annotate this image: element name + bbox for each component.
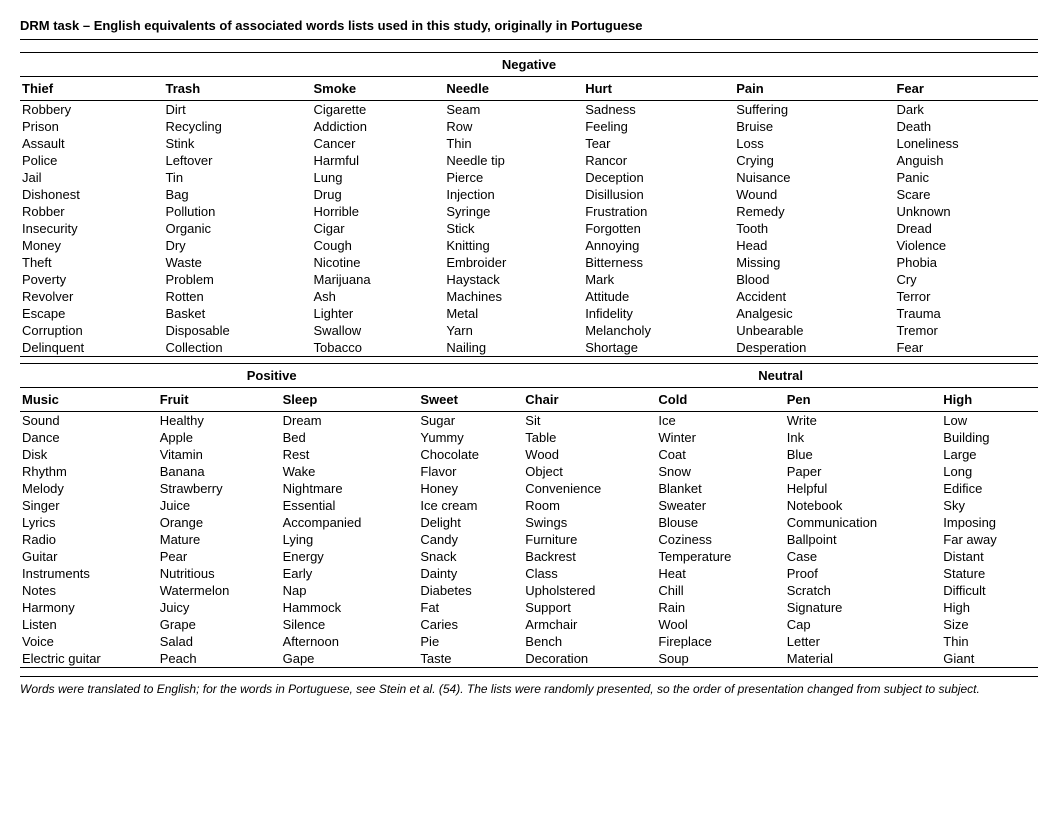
pos-col-sleep: Sleep: [281, 388, 419, 412]
page-title: DRM task – English equivalents of associ…: [20, 18, 1038, 40]
table-row: DiskVitaminRestChocolateWoodCoatBlueLarg…: [20, 446, 1038, 463]
neutral-label: Neutral: [523, 364, 1038, 388]
neg-col-needle: Needle: [444, 77, 583, 101]
neg-col-thief: Thief: [20, 77, 163, 101]
table-row: RobberPollutionHorribleSyringeFrustratio…: [20, 203, 1038, 220]
table-row: JailTinLungPierceDeceptionNuisancePanic: [20, 169, 1038, 186]
main-table: Negative Thief Trash Smoke Needle Hurt P…: [20, 52, 1038, 357]
table-row: CorruptionDisposableSwallowYarnMelanchol…: [20, 322, 1038, 339]
table-row: GuitarPearEnergySnackBackrestTemperature…: [20, 548, 1038, 565]
table-row: RadioMatureLyingCandyFurnitureCozinessBa…: [20, 531, 1038, 548]
table-row: RhythmBananaWakeFlavorObjectSnowPaperLon…: [20, 463, 1038, 480]
table-row: DanceAppleBedYummyTableWinterInkBuilding: [20, 429, 1038, 446]
negative-label: Negative: [20, 53, 1038, 77]
table-row: LyricsOrangeAccompaniedDelightSwingsBlou…: [20, 514, 1038, 531]
neu-col-cold: Cold: [656, 388, 784, 412]
table-row: PoliceLeftoverHarmfulNeedle tipRancorCry…: [20, 152, 1038, 169]
table-row: MelodyStrawberryNightmareHoneyConvenienc…: [20, 480, 1038, 497]
neg-col-smoke: Smoke: [312, 77, 445, 101]
table-row: ListenGrapeSilenceCariesArmchairWoolCapS…: [20, 616, 1038, 633]
table-row: InstrumentsNutritiousEarlyDaintyClassHea…: [20, 565, 1038, 582]
pos-neu-table: Positive Neutral Music Fruit Sleep Sweet…: [20, 363, 1038, 668]
table-row: TheftWasteNicotineEmbroiderBitternessMis…: [20, 254, 1038, 271]
positive-label: Positive: [20, 364, 523, 388]
pos-col-music: Music: [20, 388, 158, 412]
table-row: SingerJuiceEssentialIce creamRoomSweater…: [20, 497, 1038, 514]
table-row: InsecurityOrganicCigarStickForgottenToot…: [20, 220, 1038, 237]
table-row: PrisonRecyclingAddictionRowFeelingBruise…: [20, 118, 1038, 135]
pos-col-sweet: Sweet: [418, 388, 523, 412]
table-row: EscapeBasketLighterMetalInfidelityAnalge…: [20, 305, 1038, 322]
table-row: NotesWatermelonNapDiabetesUpholsteredChi…: [20, 582, 1038, 599]
pos-col-fruit: Fruit: [158, 388, 281, 412]
neu-col-pen: Pen: [785, 388, 942, 412]
table-row: SoundHealthyDreamSugarSitIceWriteLow: [20, 412, 1038, 430]
neg-col-pain: Pain: [734, 77, 894, 101]
neg-col-hurt: Hurt: [583, 77, 734, 101]
table-row: RevolverRottenAshMachinesAttitudeAcciden…: [20, 288, 1038, 305]
footer-note: Words were translated to English; for th…: [20, 676, 1038, 698]
negative-col-headers: Thief Trash Smoke Needle Hurt Pain Fear: [20, 77, 1038, 101]
table-row: HarmonyJuicyHammockFatSupportRainSignatu…: [20, 599, 1038, 616]
pos-neu-section-headers: Positive Neutral: [20, 364, 1038, 388]
table-row: MoneyDryCoughKnittingAnnoyingHeadViolenc…: [20, 237, 1038, 254]
table-row: Electric guitarPeachGapeTasteDecorationS…: [20, 650, 1038, 668]
table-row: PovertyProblemMarijuanaHaystackMarkBlood…: [20, 271, 1038, 288]
table-row: AssaultStinkCancerThinTearLossLoneliness: [20, 135, 1038, 152]
table-row: DelinquentCollectionTobaccoNailingShorta…: [20, 339, 1038, 357]
table-row: VoiceSaladAfternoonPieBenchFireplaceLett…: [20, 633, 1038, 650]
table-row: RobberyDirtCigaretteSeamSadnessSuffering…: [20, 101, 1038, 119]
pos-neu-col-headers: Music Fruit Sleep Sweet Chair Cold Pen H…: [20, 388, 1038, 412]
neu-col-chair: Chair: [523, 388, 656, 412]
table-row: DishonestBagDrugInjectionDisillusionWoun…: [20, 186, 1038, 203]
neu-col-high: High: [941, 388, 1038, 412]
neg-col-fear: Fear: [894, 77, 1038, 101]
negative-section-header: Negative: [20, 53, 1038, 77]
neg-col-trash: Trash: [163, 77, 311, 101]
